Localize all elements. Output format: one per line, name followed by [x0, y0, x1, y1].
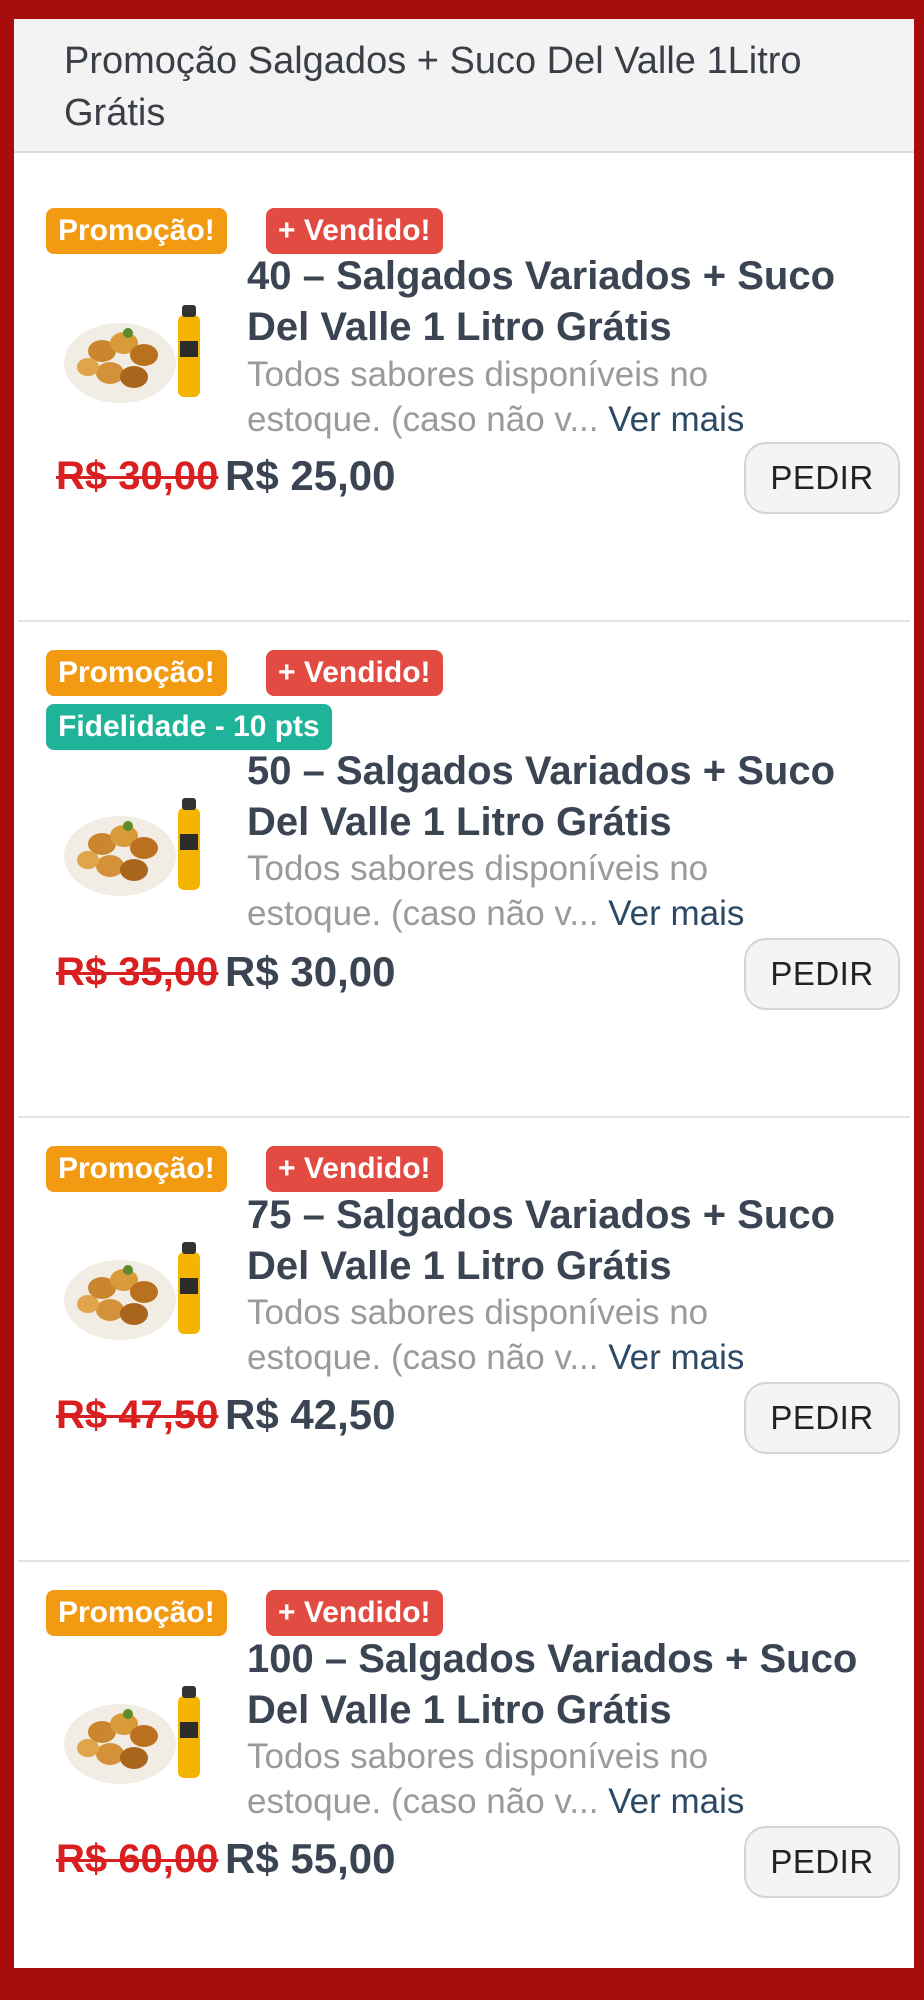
product-title[interactable]: 100 – Salgados Variados + Suco Del Valle… [247, 1634, 907, 1736]
old-price: R$ 35,00 [56, 950, 219, 994]
best-seller-badge: + Vendido! [266, 1590, 443, 1636]
current-price: R$ 25,00 [225, 452, 396, 499]
old-price: R$ 60,00 [56, 1837, 219, 1881]
current-price: R$ 42,50 [225, 1391, 396, 1438]
product-image[interactable] [58, 1674, 218, 1794]
product-item[interactable]: Promoção! + Vendido! 75 – Salgados Varia… [18, 1118, 910, 1562]
category-title: Promoção Salgados + Suco Del Valle 1Litr… [64, 40, 802, 134]
loyalty-badge: Fidelidade - 10 pts [46, 704, 332, 750]
product-description: Todos sabores disponíveis no estoque. (c… [247, 1290, 807, 1380]
product-item[interactable]: Promoção! + Vendido! Fidelidade - 10 pts… [18, 622, 910, 1118]
product-image[interactable] [58, 293, 218, 413]
order-button[interactable]: PEDIR [744, 442, 900, 514]
promo-badge: Promoção! [46, 1590, 227, 1636]
see-more-link[interactable]: Ver mais [608, 1782, 744, 1821]
product-description: Todos sabores disponíveis no estoque. (c… [247, 1734, 807, 1824]
product-list-panel: Promoção Salgados + Suco Del Valle 1Litr… [14, 19, 914, 1968]
order-button[interactable]: PEDIR [744, 1382, 900, 1454]
product-list: Promoção! + Vendido! 40 – Salgados Varia… [14, 153, 914, 1968]
order-button[interactable]: PEDIR [744, 1826, 900, 1898]
product-image[interactable] [58, 786, 218, 906]
old-price: R$ 47,50 [56, 1393, 219, 1437]
product-title[interactable]: 75 – Salgados Variados + Suco Del Valle … [247, 1190, 907, 1292]
product-description: Todos sabores disponíveis no estoque. (c… [247, 846, 807, 936]
see-more-link[interactable]: Ver mais [608, 400, 744, 439]
current-price: R$ 55,00 [225, 1835, 396, 1882]
product-image[interactable] [58, 1230, 218, 1350]
best-seller-badge: + Vendido! [266, 650, 443, 696]
promo-badge: Promoção! [46, 650, 227, 696]
see-more-link[interactable]: Ver mais [608, 894, 744, 933]
old-price: R$ 30,00 [56, 454, 219, 498]
current-price: R$ 30,00 [225, 948, 396, 995]
best-seller-badge: + Vendido! [266, 208, 443, 254]
product-description: Todos sabores disponíveis no estoque. (c… [247, 352, 807, 442]
see-more-link[interactable]: Ver mais [608, 1338, 744, 1377]
product-title[interactable]: 40 – Salgados Variados + Suco Del Valle … [247, 251, 907, 353]
best-seller-badge: + Vendido! [266, 1146, 443, 1192]
order-button[interactable]: PEDIR [744, 938, 900, 1010]
product-title[interactable]: 50 – Salgados Variados + Suco Del Valle … [247, 746, 907, 848]
promo-badge: Promoção! [46, 208, 227, 254]
promo-badge: Promoção! [46, 1146, 227, 1192]
product-item[interactable]: Promoção! + Vendido! 100 – Salgados Vari… [18, 1562, 910, 1968]
category-header: Promoção Salgados + Suco Del Valle 1Litr… [14, 19, 914, 153]
product-item[interactable]: Promoção! + Vendido! 40 – Salgados Varia… [18, 153, 910, 622]
